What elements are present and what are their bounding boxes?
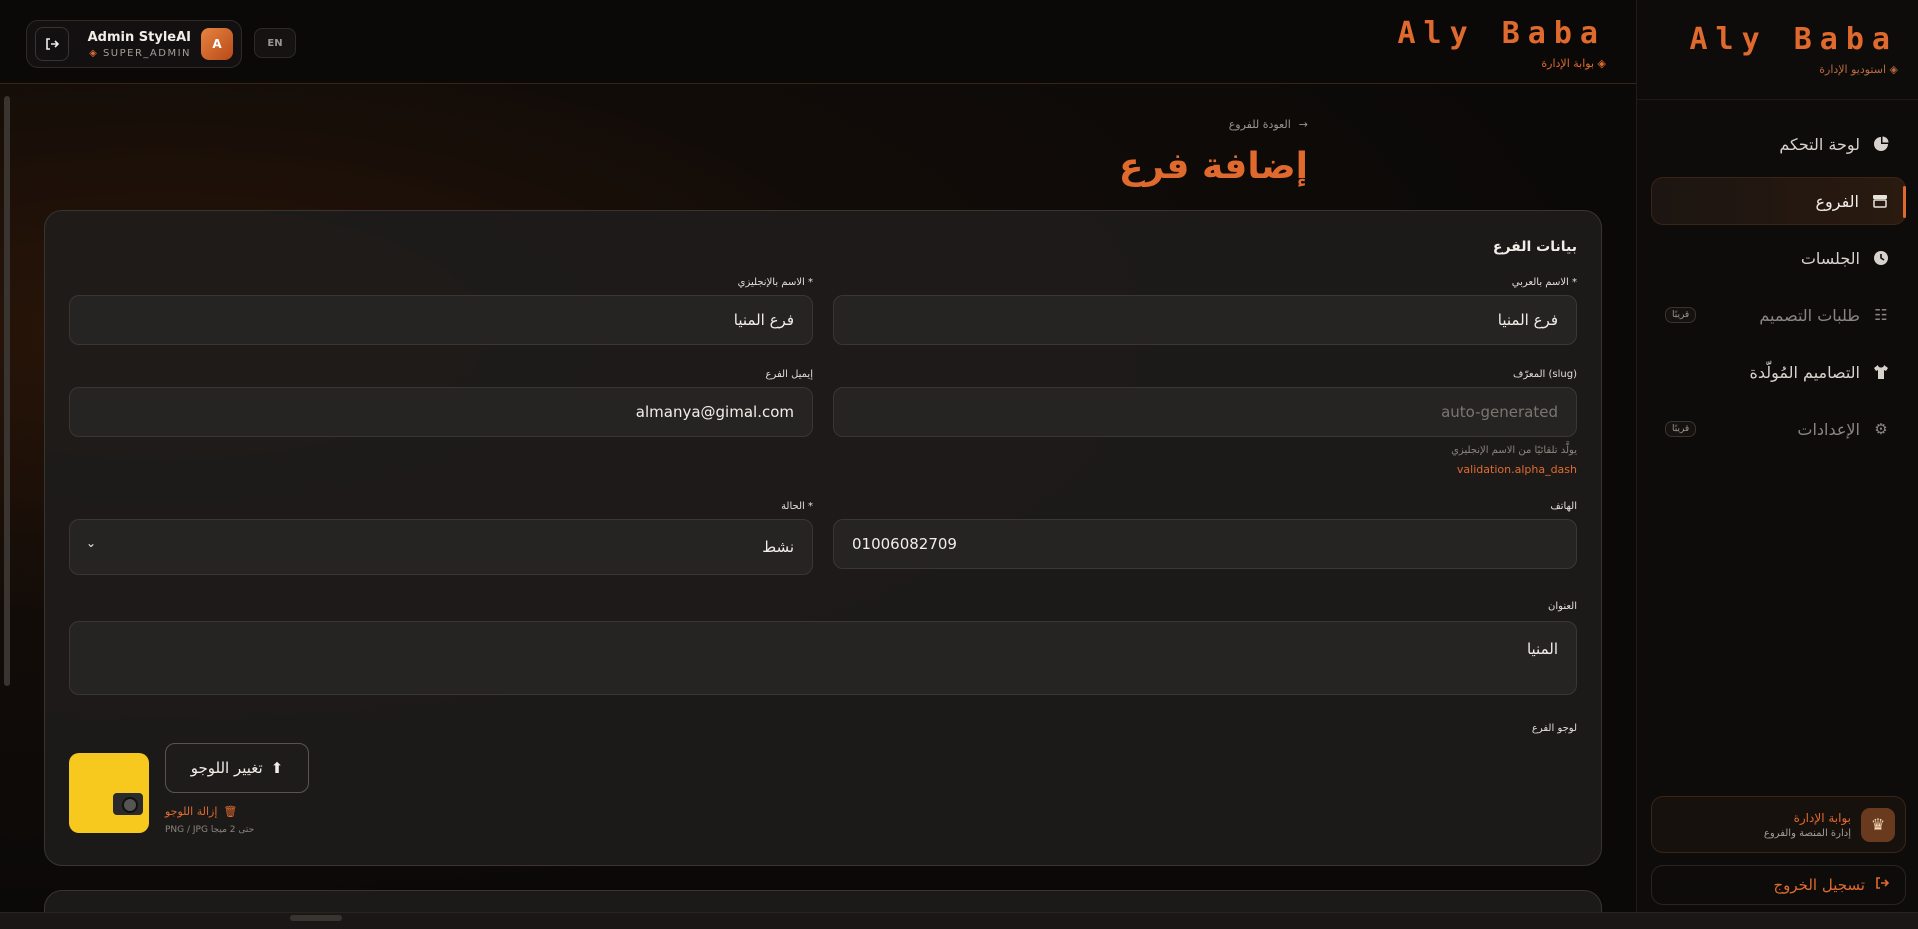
trash-icon: 🗑 [223, 805, 238, 818]
brand-subtitle: بوابة الإدارة ◈ [1398, 57, 1606, 70]
admin-portal-text: بوابة الإدارة إدارة المنصة والفروع [1764, 811, 1851, 839]
name-en-input[interactable]: فرع المنيا [69, 295, 813, 345]
change-logo-button[interactable]: تغيير اللوجو ⬆ [165, 743, 309, 793]
sidebar-item-design-requests[interactable]: قريبًا طلبات التصميم ☷ [1651, 291, 1906, 339]
back-link[interactable]: العودة للفروع → [1229, 118, 1308, 131]
remove-logo-label: إزالة اللوجو [165, 805, 218, 818]
horizontal-scrollbar[interactable] [0, 912, 1918, 929]
sidebar-item-branches[interactable]: الفروع [1651, 177, 1906, 225]
shield-icon: ◈ [1889, 63, 1898, 76]
sidebar-item-label: التصاميم المُولّدة [1749, 362, 1860, 382]
phone-value: 01006082709 [852, 535, 957, 553]
user-name: Admin StyleAI [87, 29, 191, 45]
admin-portal-card[interactable]: بوابة الإدارة إدارة المنصة والفروع ♛ [1651, 796, 1906, 853]
main-content: العودة للفروع → إضافة فرع بيانات الفرع ا… [0, 84, 1636, 912]
soon-badge: قريبًا [1665, 307, 1697, 323]
name-en-value: فرع المنيا [733, 311, 794, 329]
sidebar: Aly Baba استوديو الإدارة ◈ لوحة التحكم ا… [1636, 0, 1918, 912]
logo-label: لوجو الفرع [1531, 723, 1577, 734]
pie-chart-icon [1872, 135, 1890, 153]
brand-subtitle-text: بوابة الإدارة [1541, 57, 1595, 70]
logout-label: تسجيل الخروج [1773, 876, 1865, 894]
upload-icon: ⬆ [270, 759, 284, 777]
address-textarea[interactable]: المنيا [69, 621, 1577, 695]
next-card [44, 890, 1602, 912]
sidebar-item-dashboard[interactable]: لوحة التحكم [1651, 120, 1906, 168]
sidebar-item-label: الإعدادات [1797, 419, 1860, 439]
language-toggle-button[interactable]: EN [254, 28, 296, 58]
slug-label: المعرّف (slug) [1513, 369, 1577, 380]
arrow-right-icon: → [1298, 118, 1308, 131]
top-bar: Admin StyleAI ◈ SUPER_ADMIN A EN Aly Bab… [0, 0, 1636, 84]
topbar-brand: Aly Baba بوابة الإدارة ◈ [1398, 16, 1607, 70]
slug-error: validation.alpha_dash [1456, 463, 1577, 476]
shield-icon: ◈ [1597, 57, 1606, 70]
name-en-label: الاسم بالإنجليزي * [737, 277, 813, 288]
user-info: Admin StyleAI ◈ SUPER_ADMIN [79, 30, 191, 59]
sidebar-item-sessions[interactable]: الجلسات [1651, 234, 1906, 282]
address-label: العنوان [1548, 601, 1577, 612]
phone-input[interactable]: 01006082709 [833, 519, 1577, 569]
name-ar-input[interactable]: فرع المنيا [833, 295, 1577, 345]
sidebar-item-generated-designs[interactable]: التصاميم المُولّدة [1651, 348, 1906, 396]
branch-form-card: بيانات الفرع الاسم بالعربي * فرع المنيا … [44, 210, 1602, 866]
address-value: المنيا [1526, 640, 1558, 658]
sidebar-subtitle: استوديو الإدارة ◈ [1637, 63, 1898, 76]
logout-button[interactable]: تسجيل الخروج [1651, 865, 1906, 905]
sidebar-item-label: الفروع [1815, 191, 1859, 211]
status-label: الحالة * [781, 501, 813, 512]
sidebar-logo: Aly Baba [1689, 22, 1898, 57]
page-title: إضافة فرع [1118, 146, 1308, 187]
email-input[interactable]: almanya@gimal.com [69, 387, 813, 437]
logout-icon [1875, 876, 1890, 894]
shield-icon: ◈ [89, 47, 103, 59]
change-logo-label: تغيير اللوجو [190, 759, 263, 777]
clock-icon [1872, 249, 1890, 267]
slug-hint: يولَّد تلقائيًا من الاسم الإنجليزي [1451, 445, 1577, 456]
sidebar-item-settings[interactable]: قريبًا الإعدادات ⚙ [1651, 405, 1906, 453]
user-role-text: SUPER_ADMIN [102, 47, 191, 59]
sidebar-item-label: الجلسات [1800, 248, 1860, 268]
logo-size-note: PNG / JPG حتى 2 ميجا [165, 825, 255, 835]
sidebar-item-label: طلبات التصميم [1759, 305, 1860, 325]
sidebar-subtitle-text: استوديو الإدارة [1819, 63, 1887, 76]
status-select[interactable]: نشط ⌄ [69, 519, 813, 575]
section-title: بيانات الفرع [1492, 239, 1577, 255]
sidebar-brand: Aly Baba استوديو الإدارة ◈ [1637, 0, 1918, 100]
chevron-down-icon: ⌄ [86, 536, 97, 550]
checklist-icon: ☷ [1874, 306, 1888, 324]
user-role: ◈ SUPER_ADMIN [79, 48, 191, 59]
avatar[interactable]: A [201, 28, 233, 60]
status-value: نشط [762, 538, 794, 556]
admin-portal-title: بوابة الإدارة [1793, 810, 1851, 825]
soon-badge: قريبًا [1665, 421, 1697, 437]
name-ar-label: الاسم بالعربي * [1511, 277, 1577, 288]
shirt-icon [1872, 363, 1890, 381]
slug-placeholder: auto-generated [1441, 403, 1558, 421]
crown-icon: ♛ [1861, 807, 1895, 842]
name-ar-value: فرع المنيا [1497, 311, 1558, 329]
store-icon [1871, 192, 1889, 210]
admin-portal-subtitle: إدارة المنصة والفروع [1763, 827, 1851, 839]
gear-icon: ⚙ [1874, 420, 1888, 438]
brand-logo: Aly Baba [1397, 16, 1606, 51]
email-value: almanya@gimal.com [635, 403, 794, 421]
branch-logo-image [69, 753, 149, 833]
phone-label: الهاتف [1550, 501, 1577, 512]
email-label: إيميل الفرع [765, 369, 813, 380]
camera-icon [113, 793, 143, 815]
user-chip[interactable]: Admin StyleAI ◈ SUPER_ADMIN A [26, 20, 242, 68]
scrollbar[interactable] [4, 96, 10, 686]
scrollbar-thumb[interactable] [290, 915, 342, 921]
remove-logo-link[interactable]: إزالة اللوجو 🗑 [165, 805, 237, 818]
sidebar-nav: لوحة التحكم الفروع الجلسات قريبًا طلبات [1637, 100, 1918, 453]
slug-input[interactable]: auto-generated [833, 387, 1577, 437]
logout-icon[interactable] [35, 27, 69, 61]
back-link-label: العودة للفروع [1228, 118, 1291, 131]
sidebar-item-label: لوحة التحكم [1779, 134, 1860, 154]
